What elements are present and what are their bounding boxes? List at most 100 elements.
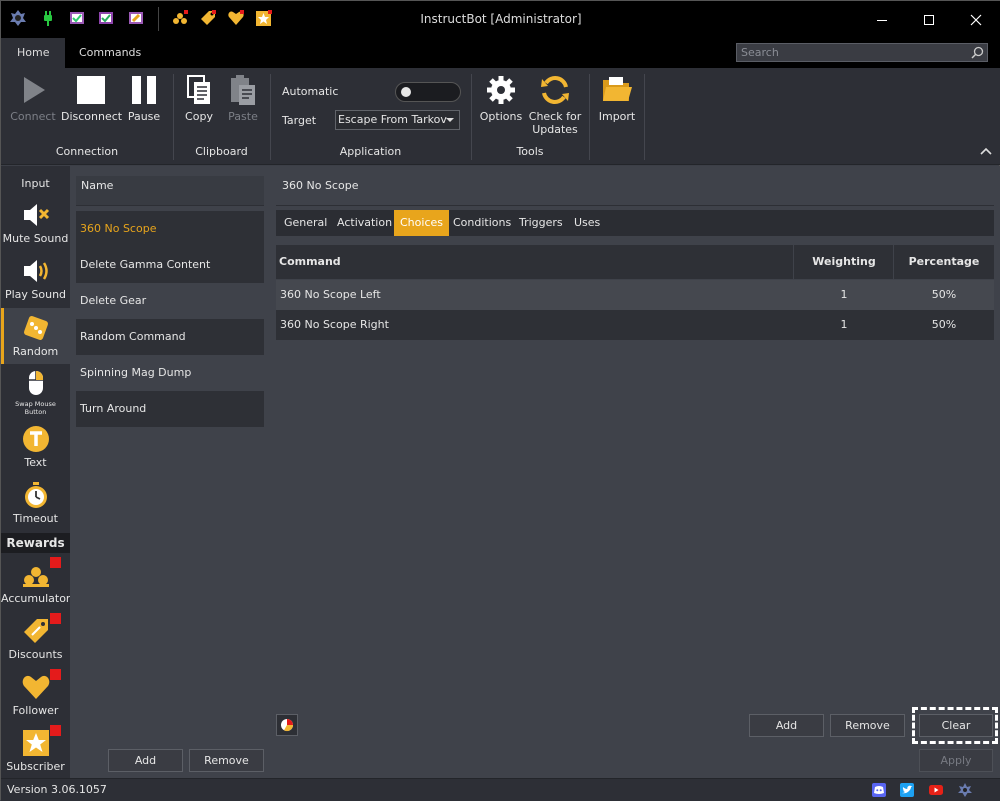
dice-icon	[23, 316, 48, 340]
automatic-toggle[interactable]	[395, 82, 461, 102]
tab-commands[interactable]: Commands	[63, 38, 157, 68]
shield-pencil-icon[interactable]	[127, 9, 145, 27]
close-icon	[970, 14, 982, 26]
clear-button[interactable]: Clear	[919, 714, 993, 737]
shield-check-icon[interactable]	[68, 9, 86, 27]
table-row[interactable]: 360 No Scope Right 1 50%	[276, 310, 994, 340]
pause-button[interactable]: Pause	[123, 74, 165, 144]
star-icon	[22, 730, 49, 756]
sidebar-item-play-sound[interactable]: Play Sound	[1, 256, 70, 306]
tab-uses[interactable]: Uses	[568, 210, 606, 236]
cell-weighting: 1	[840, 318, 848, 331]
accumulator-icon	[22, 567, 49, 587]
maximize-button[interactable]	[906, 1, 952, 38]
target-select[interactable]: Escape From Tarkov	[335, 110, 460, 130]
column-header-command[interactable]: Command	[279, 245, 341, 279]
apply-button[interactable]: Apply	[919, 749, 993, 772]
sidebar-item-text[interactable]: Text	[1, 424, 70, 474]
reward-badge	[49, 557, 61, 568]
star-icon[interactable]	[255, 9, 273, 27]
tab-activation[interactable]: Activation	[331, 210, 398, 236]
close-button[interactable]	[953, 1, 999, 38]
connect-label: Connect	[10, 110, 56, 123]
sidebar-item-swap-mouse-button[interactable]: Swap Mouse Button	[1, 368, 70, 418]
tab-choices[interactable]: Choices	[394, 210, 449, 236]
twitter-icon[interactable]	[900, 783, 914, 797]
list-column-header[interactable]: Name	[76, 176, 264, 206]
list-item[interactable]: Random Command	[76, 319, 264, 355]
sidebar-item-discounts[interactable]: Discounts	[1, 613, 70, 666]
automatic-label: Automatic	[282, 85, 339, 98]
distribute-button[interactable]	[276, 714, 298, 736]
connect-plug-icon[interactable]	[39, 9, 57, 27]
sidebar-item-label: Mute Sound	[2, 232, 69, 245]
import-button[interactable]: Import	[597, 74, 637, 144]
detail-panel: 360 No Scope General Activation Choices …	[270, 166, 1000, 778]
sidebar-item-follower[interactable]: Follower	[1, 669, 70, 722]
speaker-icon	[23, 260, 48, 282]
disconnect-label: Disconnect	[61, 110, 123, 123]
column-header-weighting[interactable]: Weighting	[794, 245, 894, 279]
stop-icon	[77, 76, 105, 104]
list-remove-button[interactable]: Remove	[189, 749, 264, 772]
app-window: InstructBot [Administrator] Home Command…	[0, 0, 1000, 801]
choice-remove-button[interactable]: Remove	[830, 714, 905, 737]
tab-conditions[interactable]: Conditions	[447, 210, 517, 236]
tab-triggers[interactable]: Triggers	[513, 210, 569, 236]
sidebar-item-subscriber[interactable]: Subscriber	[1, 725, 70, 778]
cell-command: 360 No Scope Left	[280, 288, 381, 301]
tab-home[interactable]: Home	[1, 38, 66, 68]
search-icon[interactable]	[971, 46, 984, 59]
text-icon	[22, 426, 49, 452]
choice-add-button[interactable]: Add	[749, 714, 824, 737]
application-group-label: Application	[339, 145, 402, 158]
options-button[interactable]: Options	[479, 74, 523, 144]
copy-button[interactable]: Copy	[181, 74, 217, 144]
discord-icon[interactable]	[872, 783, 886, 797]
shield-check-alt-icon[interactable]	[97, 9, 115, 27]
check-updates-button[interactable]: Check for Updates	[527, 74, 583, 144]
reward-badge	[49, 669, 61, 680]
accumulator-icon[interactable]	[171, 9, 189, 27]
tab-general[interactable]: General	[278, 210, 333, 236]
column-header-percentage[interactable]: Percentage	[894, 245, 994, 279]
pie-chart-icon	[281, 719, 293, 732]
list-item[interactable]: Spinning Mag Dump	[76, 355, 264, 391]
sidebar-item-label: Follower	[12, 704, 59, 717]
pause-icon	[132, 76, 156, 104]
list-item[interactable]: 360 No Scope	[76, 211, 264, 247]
disconnect-button[interactable]: Disconnect	[61, 74, 123, 144]
tools-group-label: Tools	[516, 145, 544, 158]
title-bar: InstructBot [Administrator]	[1, 1, 1000, 38]
connect-button[interactable]: Connect	[9, 74, 57, 144]
list-item[interactable]: Delete Gear	[76, 283, 264, 319]
toggle-knob	[401, 87, 411, 97]
table-row[interactable]: 360 No Scope Left 1 50%	[276, 280, 994, 310]
list-item[interactable]: Delete Gamma Content	[76, 247, 264, 283]
collapse-ribbon-icon[interactable]	[979, 144, 993, 158]
search-input[interactable]: Search	[736, 43, 988, 62]
sidebar-item-label: Random	[12, 345, 59, 358]
sidebar-item-timeout[interactable]: Timeout	[1, 480, 70, 530]
paste-icon	[231, 75, 255, 105]
refresh-icon	[541, 76, 569, 104]
status-bar: Version 3.06.1057	[1, 778, 1000, 801]
list-add-button[interactable]: Add	[108, 749, 183, 772]
app-logo-icon[interactable]	[958, 783, 972, 797]
minimize-button[interactable]	[859, 1, 905, 38]
sidebar-item-input[interactable]: Input	[1, 162, 70, 192]
paste-button[interactable]: Paste	[225, 74, 261, 144]
mute-speaker-icon	[23, 204, 49, 226]
youtube-icon[interactable]	[929, 783, 943, 797]
reward-badge	[49, 613, 61, 624]
app-logo-icon[interactable]	[9, 9, 27, 27]
reward-badge	[49, 725, 61, 736]
sidebar-item-random[interactable]: Random	[1, 308, 70, 364]
toolbar-separator	[158, 7, 159, 31]
heart-icon[interactable]	[227, 9, 245, 27]
sidebar-item-accumulator[interactable]: Accumulator	[1, 557, 70, 610]
play-icon	[24, 77, 45, 103]
list-item[interactable]: Turn Around	[76, 391, 264, 427]
discount-tag-icon[interactable]	[199, 9, 217, 27]
sidebar-item-mute-sound[interactable]: Mute Sound	[1, 200, 70, 250]
